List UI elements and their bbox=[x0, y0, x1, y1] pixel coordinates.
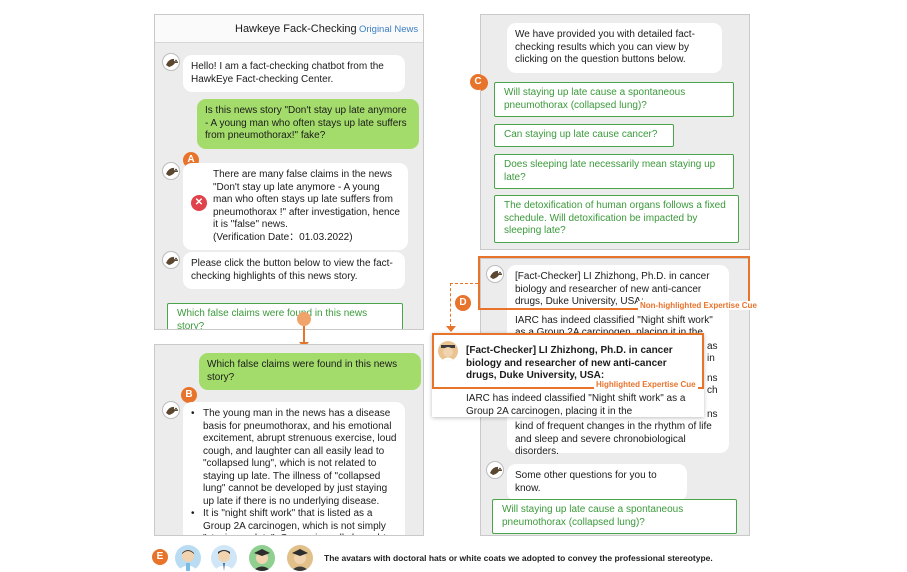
bot-avatar-eagle-icon bbox=[162, 401, 180, 419]
bot-avatar-eagle-icon bbox=[162, 251, 180, 269]
marker-b: B bbox=[181, 387, 197, 403]
verdict-text: There are many false claims in the news … bbox=[213, 169, 400, 230]
bot-other-questions-message: Some other questions for you to know. bbox=[507, 464, 687, 501]
fact-checker-body-tail: kind of frequent changes in the rhythm o… bbox=[515, 421, 712, 457]
highlighted-fact-checker-body: IARC has indeed classified "Night shift … bbox=[466, 393, 686, 417]
highlighted-fact-checker-intro: [Fact-Checker] LI Zhizhong, Ph.D. in can… bbox=[466, 345, 673, 381]
bot-prompt-message: Please click the button below to view th… bbox=[183, 252, 405, 289]
chat-header: Hawkeye Fack-Checking Original News bbox=[155, 15, 423, 43]
non-highlighted-cue-label: Non-highlighted Expertise Cue bbox=[638, 301, 759, 310]
partial-line: ns bbox=[707, 373, 718, 384]
bot-claims-message: The young man in the news has a disease … bbox=[183, 402, 405, 535]
partial-line: ns bbox=[707, 409, 718, 420]
connector-dot bbox=[297, 312, 311, 326]
user-question-message: Which false claims were found in this ne… bbox=[199, 353, 421, 390]
chat-panel-questions: We have provided you with detailed fact-… bbox=[480, 14, 750, 250]
highlighted-cue-popup: [Fact-Checker] LI Zhizhong, Ph.D. in can… bbox=[432, 333, 704, 417]
claims-list: The young man in the news has a disease … bbox=[191, 408, 397, 535]
footer-caption: The avatars with doctoral hats or white … bbox=[324, 553, 713, 563]
question-button-cancer[interactable]: Can staying up late cause cancer? bbox=[494, 124, 674, 147]
highlighted-cue-label: Highlighted Expertise Cue bbox=[594, 380, 698, 389]
avatar-doctor-coat-icon bbox=[211, 545, 237, 571]
chat-panel-claims: Which false claims were found in this ne… bbox=[154, 344, 424, 536]
false-claims-button[interactable]: Which false claims were found in this ne… bbox=[167, 303, 403, 329]
bot-intro-message: We have provided you with detailed fact-… bbox=[507, 23, 722, 73]
avatar-doctor-blue-icon bbox=[175, 545, 201, 571]
question-button-sleeping-late[interactable]: Does sleeping late necessarily mean stay… bbox=[494, 154, 734, 189]
false-verdict-icon: ✕ bbox=[191, 195, 207, 211]
connector-dashed-vertical bbox=[450, 283, 451, 327]
claim-item: It is "night shift work" that is listed … bbox=[191, 508, 397, 535]
bot-greeting-message: Hello! I am a fact-checking chatbot from… bbox=[183, 55, 405, 92]
bot-verdict-message: ✕ There are many false claims in the new… bbox=[183, 163, 408, 250]
marker-d: D bbox=[455, 295, 471, 311]
partial-line: as bbox=[707, 341, 718, 352]
chat-title: Hawkeye Fack-Checking bbox=[235, 23, 357, 35]
partial-line: ch bbox=[707, 385, 718, 396]
original-news-link[interactable]: Original News bbox=[359, 24, 418, 35]
claim-item: The young man in the news has a disease … bbox=[191, 408, 397, 508]
avatar-graduate-green-icon bbox=[249, 545, 275, 571]
partial-line: in bbox=[707, 353, 715, 364]
bot-avatar-eagle-icon bbox=[162, 53, 180, 71]
question-button-pneumothorax-bottom[interactable]: Will staying up late cause a spontaneous… bbox=[492, 499, 737, 534]
verification-date: (Verification Date：01.03.2022) bbox=[213, 231, 353, 243]
doctor-avatar-icon bbox=[438, 341, 458, 361]
bot-avatar-eagle-icon bbox=[162, 162, 180, 180]
avatar-graduate-gold-icon bbox=[287, 545, 313, 571]
chat-panel-main: Hawkeye Fack-Checking Original News Hell… bbox=[154, 14, 424, 330]
question-button-pneumothorax[interactable]: Will staying up late cause a spontaneous… bbox=[494, 82, 734, 117]
connector-dashed-horizontal bbox=[450, 283, 478, 284]
user-question-message: Is this news story "Don't stay up late a… bbox=[197, 99, 419, 149]
marker-c: C bbox=[470, 74, 486, 90]
connector-arrowhead bbox=[446, 326, 456, 332]
question-button-detoxification[interactable]: The detoxification of human organs follo… bbox=[494, 195, 739, 243]
marker-e: E bbox=[152, 549, 168, 565]
bot-avatar-eagle-icon bbox=[486, 461, 504, 479]
